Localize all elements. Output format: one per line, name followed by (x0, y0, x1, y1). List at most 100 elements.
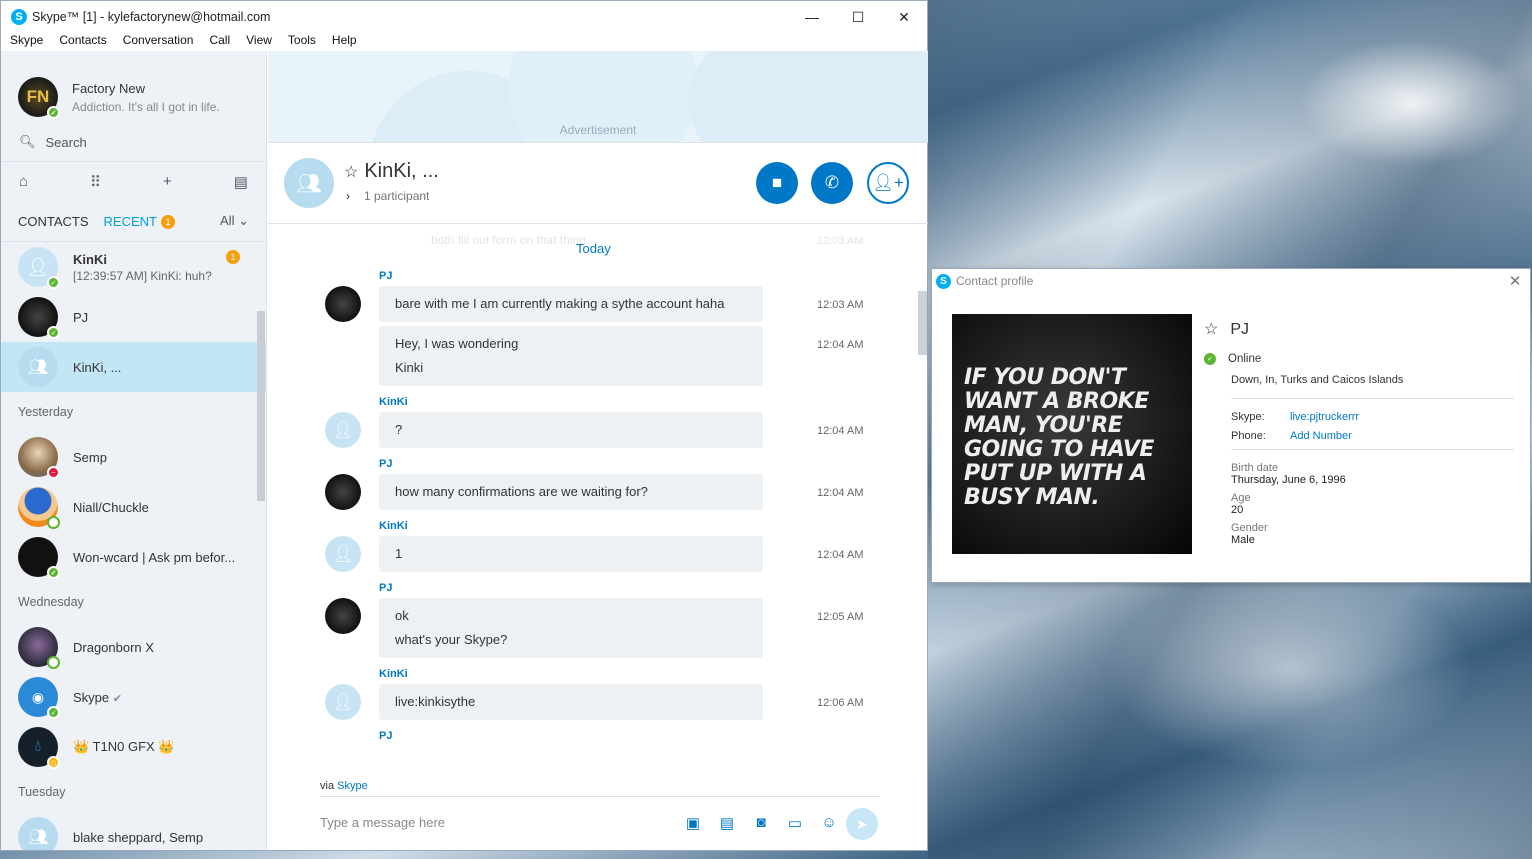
skype-id-link[interactable]: live:pjtruckerrr (1290, 411, 1359, 423)
offline-status-icon (47, 516, 60, 529)
via-skype-link[interactable]: Skype (337, 780, 368, 792)
group-avatar[interactable]: 👥︎ (284, 158, 334, 208)
star-icon[interactable]: ☆ (1204, 321, 1218, 338)
message-sender: KinKi (379, 668, 408, 680)
message-bubble[interactable]: Hey, I was wondering Kinki (379, 326, 763, 386)
sender-avatar[interactable]: 👤︎ (325, 536, 361, 572)
list-item[interactable]: 👥︎ KinKi, ... (1, 342, 266, 392)
message-input[interactable]: Type a message here (320, 815, 445, 830)
recent-list: 👤︎ ✓ KinKi [12:39:57 AM] KinKi: huh? 1 ✓ P… (1, 241, 266, 850)
list-item[interactable]: Niall/Chuckle (1, 482, 266, 532)
add-icon[interactable]: + (163, 173, 172, 190)
profile-name: PJ (1230, 321, 1250, 338)
send-photo-icon[interactable]: ▣ (676, 814, 710, 832)
sender-avatar[interactable]: 👤︎ (325, 412, 361, 448)
message-bubble[interactable]: ok what's your Skype? (379, 598, 763, 658)
message-time: 12:06 AM (817, 697, 864, 709)
list-item[interactable]: ✓ PJ (1, 292, 266, 342)
menu-call[interactable]: Call (209, 33, 230, 51)
menu-conversation[interactable]: Conversation (123, 33, 194, 51)
video-message-icon[interactable]: ◙ (744, 814, 778, 832)
menu-help[interactable]: Help (332, 33, 357, 51)
star-icon[interactable]: ☆ (344, 164, 358, 181)
picture-text-line: MAN, YOU'RE (964, 413, 1123, 438)
message-bubble[interactable]: 1 (379, 536, 763, 572)
close-button[interactable]: ✕ (881, 1, 927, 33)
message-time: 12:05 AM (817, 611, 864, 623)
sender-avatar[interactable] (325, 598, 361, 634)
list-item[interactable]: 💧︎ ◷ 👑 T1N0 GFX 👑 (1, 722, 266, 772)
emoticon-icon[interactable]: ☺ (812, 814, 846, 832)
message-time: 12:04 AM (817, 339, 864, 351)
filter-dropdown[interactable]: All ⌄ (220, 213, 249, 229)
video-camera-icon: ■ (771, 173, 783, 192)
message-bubble[interactable]: bare with me I am currently making a syt… (379, 286, 763, 322)
minimize-button[interactable]: — (789, 1, 835, 33)
participant-count: 1 participant (364, 189, 430, 203)
menu-bar: Skype Contacts Conversation Call View To… (1, 33, 927, 51)
skype-main-window: S Skype™ [1] - kylefactorynew@hotmail.co… (0, 0, 928, 851)
profile-status: Online (1228, 353, 1262, 365)
chat-scrollbar[interactable] (918, 291, 927, 355)
list-item[interactable]: 👤︎ ✓ KinKi [12:39:57 AM] KinKi: huh? 1 (1, 242, 266, 292)
menu-contacts[interactable]: Contacts (59, 33, 106, 51)
sidebar-scrollbar[interactable] (257, 311, 265, 501)
sender-avatar[interactable]: 👤︎ (325, 684, 361, 720)
advertisement-banner[interactable]: Advertisement (268, 51, 928, 143)
group-icon: 👥︎ (296, 172, 322, 195)
menu-view[interactable]: View (246, 33, 272, 51)
skype-label: Skype: (1231, 411, 1265, 423)
send-contact-icon[interactable]: ▭ (778, 814, 812, 832)
birth-date-value: Thursday, June 6, 1996 (1231, 474, 1346, 486)
add-number-link[interactable]: Add Number (1290, 430, 1352, 442)
chevron-right-icon[interactable]: › (346, 189, 350, 203)
my-profile[interactable]: FN ✓ Factory New Addiction. It's all I g… (1, 51, 266, 127)
list-item[interactable]: – Semp (1, 432, 266, 482)
compose-toolbar: ▣ ▤ ◙ ▭ ☺ (676, 814, 846, 832)
search-icon: 🔍︎ (19, 134, 36, 149)
list-item[interactable]: ✓ Won-wcard | Ask pm befor... (1, 532, 266, 582)
contact-card-icon[interactable]: ▤ (234, 173, 248, 191)
avatar: 👥︎ (18, 817, 58, 850)
profile-info: ☆ PJ ✓ Online Down, In, Turks and Caicos I… (1204, 319, 1514, 552)
my-name: Factory New (72, 80, 145, 96)
contact-profile-window: S Contact profile ✕ IF YOU DON'T WANT A … (931, 268, 1531, 583)
message-sender: KinKi (379, 520, 408, 532)
message-bubble[interactable]: ? (379, 412, 763, 448)
send-file-icon[interactable]: ▤ (710, 814, 744, 832)
sender-avatar[interactable] (325, 474, 361, 510)
dialpad-icon[interactable]: ⠿ (90, 173, 101, 191)
menu-skype[interactable]: Skype (10, 33, 43, 51)
picture-text-line: GOING TO HAVE (964, 437, 1154, 462)
tab-contacts[interactable]: CONTACTS (18, 214, 89, 229)
contact-name: Niall/Chuckle (73, 499, 149, 515)
message-bubble[interactable]: live:kinkisythe (379, 684, 763, 720)
send-button[interactable]: ➤ (846, 808, 878, 840)
sender-avatar[interactable] (325, 286, 361, 322)
online-status-icon: ✓ (47, 276, 60, 289)
call-button[interactable]: ✆ (811, 162, 853, 204)
my-avatar[interactable]: FN ✓ (18, 77, 60, 119)
video-call-button[interactable]: ■ (756, 162, 798, 204)
birth-date-label: Birth date (1231, 462, 1279, 474)
list-item[interactable]: ◉ ✓ Skype ✔ (1, 672, 266, 722)
message-bubble[interactable]: how many confirmations are we waiting fo… (379, 474, 763, 510)
online-status-icon: ✓ (47, 706, 60, 719)
date-divider: Today (576, 241, 611, 256)
nav-toolbar: ⌂ ⠿ + ▤ (1, 161, 266, 201)
picture-text-line: IF YOU DON'T (964, 365, 1126, 390)
skype-bot-icon: ◉ (31, 688, 45, 705)
list-item[interactable]: 👥︎ blake sheppard, Semp (1, 812, 266, 850)
search-box[interactable]: 🔍︎ Search (1, 127, 266, 157)
list-item[interactable]: Dragonborn X (1, 622, 266, 672)
menu-tools[interactable]: Tools (288, 33, 316, 51)
tab-recent[interactable]: RECENT 1 (104, 214, 175, 229)
close-button[interactable]: ✕ (1500, 272, 1530, 290)
home-icon[interactable]: ⌂ (19, 173, 28, 190)
add-participant-button[interactable]: 👤︎+ (867, 162, 909, 204)
group-header: Tuesday (18, 785, 66, 799)
message-line: how many confirmations are we waiting fo… (395, 484, 648, 499)
contact-name: KinKi, ... (73, 359, 122, 375)
avatar: ✓ (18, 297, 60, 339)
maximize-button[interactable]: ☐ (835, 1, 881, 33)
